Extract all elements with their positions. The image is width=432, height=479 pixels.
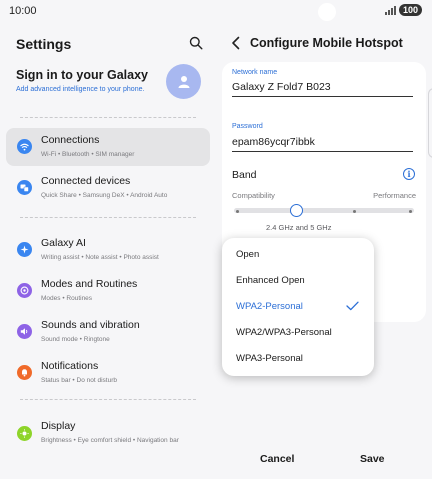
settings-item-subtitle: Modes • Routines xyxy=(41,295,93,302)
modes-icon xyxy=(17,283,32,298)
band-label: Band xyxy=(232,169,257,181)
settings-item-connections[interactable]: Connections Wi-Fi • Bluetooth • SIM mana… xyxy=(6,128,210,166)
back-arrow-icon[interactable] xyxy=(230,36,242,50)
avatar xyxy=(166,64,201,99)
band-slider[interactable] xyxy=(234,208,414,213)
settings-item-subtitle: Brightness • Eye comfort shield • Naviga… xyxy=(41,437,179,444)
network-name-label: Network name xyxy=(232,69,278,76)
security-option-enhanced-open[interactable]: Enhanced Open xyxy=(236,275,366,286)
signal-icon xyxy=(384,5,396,15)
status-icons: 100 xyxy=(384,4,422,16)
devices-icon xyxy=(17,180,32,195)
settings-item-title: Galaxy AI xyxy=(41,237,86,249)
compatibility-label: Compatibility xyxy=(232,191,275,200)
divider xyxy=(20,217,196,218)
account-title: Sign in to your Galaxy xyxy=(16,68,148,82)
security-dropdown: Open Enhanced Open WPA2-Personal WPA2/WP… xyxy=(222,238,374,376)
settings-panel: Settings Sign in to your Galaxy Add adva… xyxy=(0,22,216,479)
settings-item-title: Notifications xyxy=(41,360,99,372)
settings-item-subtitle: Wi-Fi • Bluetooth • SIM manager xyxy=(41,151,135,158)
sound-icon xyxy=(17,324,32,339)
settings-item-connected-devices[interactable]: Connected devices Quick Share • Samsung … xyxy=(6,169,210,207)
security-option-wpa2-wpa3[interactable]: WPA2/WPA3-Personal xyxy=(236,327,366,338)
slider-step xyxy=(409,210,412,213)
settings-item-title: Sounds and vibration xyxy=(41,319,140,331)
status-bar: 10:00 100 xyxy=(0,0,432,22)
settings-item-subtitle: Status bar • Do not disturb xyxy=(41,377,117,384)
slider-step xyxy=(353,210,356,213)
settings-item-title: Connected devices xyxy=(41,175,131,187)
page-title: Settings xyxy=(16,36,72,52)
settings-item-subtitle: Writing assist • Note assist • Photo ass… xyxy=(41,254,159,261)
settings-item-modes-routines[interactable]: Modes and Routines Modes • Routines xyxy=(6,272,210,310)
settings-item-sounds[interactable]: Sounds and vibration Sound mode • Ringto… xyxy=(6,313,210,351)
settings-item-galaxy-ai[interactable]: Galaxy AI Writing assist • Note assist •… xyxy=(6,231,210,269)
page-title: Configure Mobile Hotspot xyxy=(250,36,403,50)
divider xyxy=(20,117,196,118)
search-icon[interactable] xyxy=(189,36,203,50)
network-name-field[interactable]: Galaxy Z Fold7 B023 xyxy=(232,81,413,97)
status-time: 10:00 xyxy=(9,5,37,17)
info-icon[interactable]: i xyxy=(403,168,415,180)
save-button[interactable]: Save xyxy=(360,453,385,465)
scroll-edge xyxy=(428,88,432,158)
security-option-wpa3[interactable]: WPA3-Personal xyxy=(236,353,366,364)
sparkle-icon xyxy=(17,242,32,257)
account-subtitle: Add advanced intelligence to your phone. xyxy=(16,86,145,93)
settings-item-subtitle: Quick Share • Samsung DeX • Android Auto xyxy=(41,192,168,199)
battery-icon: 100 xyxy=(398,4,422,16)
notification-icon xyxy=(17,365,32,380)
wifi-icon xyxy=(17,139,32,154)
band-value: 2.4 GHz and 5 GHz xyxy=(266,223,332,232)
settings-item-subtitle: Sound mode • Ringtone xyxy=(41,336,110,343)
slider-step xyxy=(236,210,239,213)
check-icon xyxy=(346,301,359,311)
display-icon xyxy=(17,426,32,441)
security-option-open[interactable]: Open xyxy=(236,249,366,260)
performance-label: Performance xyxy=(373,191,416,200)
settings-item-title: Display xyxy=(41,420,76,432)
settings-item-title: Modes and Routines xyxy=(41,278,138,290)
settings-item-display[interactable]: Display Brightness • Eye comfort shield … xyxy=(6,414,210,458)
band-slider-thumb[interactable] xyxy=(290,204,303,217)
cancel-button[interactable]: Cancel xyxy=(260,453,294,465)
divider xyxy=(20,399,196,400)
password-label: Password xyxy=(232,123,263,130)
settings-item-title: Connections xyxy=(41,134,100,146)
account-sign-in[interactable]: Sign in to your Galaxy Add advanced inte… xyxy=(0,58,216,108)
password-field[interactable]: epam86ycqr7ibbk xyxy=(232,136,413,152)
settings-item-notifications[interactable]: Notifications Status bar • Do not distur… xyxy=(6,354,210,392)
camera-cutout xyxy=(318,3,336,21)
person-icon xyxy=(178,75,189,88)
